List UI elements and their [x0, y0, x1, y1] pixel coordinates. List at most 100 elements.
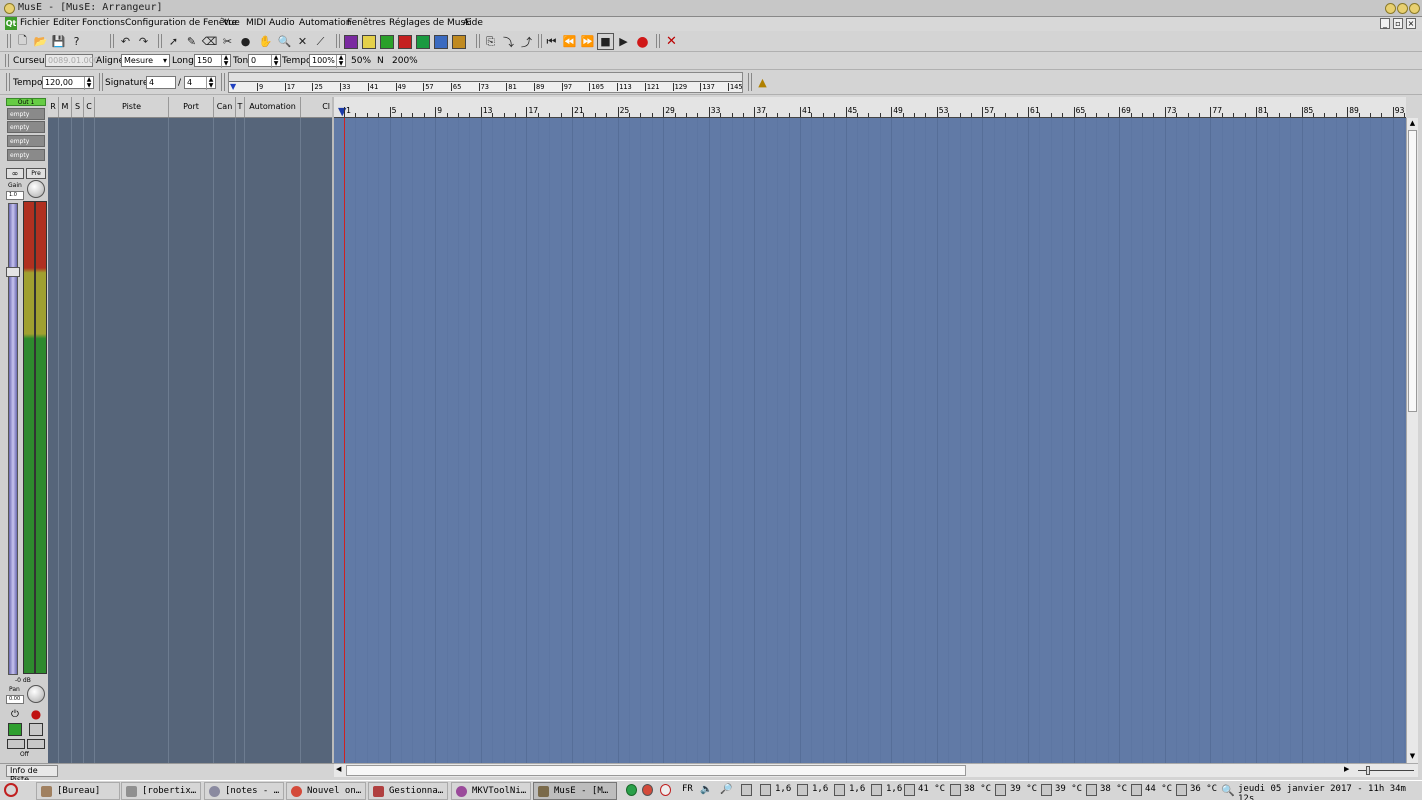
toolbar-handle[interactable] — [99, 73, 103, 91]
menu-fichier[interactable]: Fichier — [20, 18, 49, 28]
toolbar-handle[interactable] — [6, 73, 10, 91]
menu-audio[interactable]: Audio — [269, 18, 295, 28]
pre-button[interactable]: Pre — [26, 168, 46, 179]
pan-knob[interactable] — [27, 685, 45, 703]
mute-tool-icon[interactable]: ✕ — [294, 33, 311, 50]
task-bureau[interactable]: [Bureau] — [36, 782, 120, 800]
tempo-200-button[interactable]: 200% — [392, 56, 418, 66]
draw-line-icon[interactable]: ⟋ — [312, 33, 329, 50]
tempo-50-button[interactable]: 50% — [351, 56, 371, 66]
vertical-scrollbar[interactable]: ▲ ▼ — [1406, 118, 1418, 763]
toolbar-handle[interactable] — [748, 73, 752, 91]
tempo-overview-ruler[interactable]: ▼ 9 17 25 33 41 49 57 65 73 81 89 97 105 113 121 129 137… — [228, 72, 743, 93]
mixer-icon[interactable] — [344, 35, 358, 49]
mute-icon[interactable] — [8, 723, 22, 736]
scroll-up-icon[interactable]: ▲ — [1408, 119, 1417, 129]
scroll-left-icon[interactable]: ◀ — [336, 765, 345, 776]
effect-slot[interactable]: empty — [7, 108, 45, 120]
stop-icon[interactable]: ■ — [597, 33, 614, 50]
menu-vue[interactable]: Vue — [223, 18, 240, 28]
redo-icon[interactable]: ↷ — [135, 33, 152, 50]
header-solo[interactable]: S — [72, 97, 84, 117]
menu-editer[interactable]: Editer — [53, 18, 80, 28]
punch-out-icon[interactable]: ⤴ — [518, 33, 535, 50]
tempo-spinbox[interactable]: 120,00 ▲ ▼ — [42, 76, 94, 90]
punch-in-icon[interactable]: ⤵ — [500, 33, 517, 50]
pianoroll-icon[interactable] — [398, 35, 412, 49]
menu-aide[interactable]: Aide — [463, 18, 483, 28]
menu-midi[interactable]: MIDI — [246, 18, 266, 28]
bar-ruler[interactable]: ▼ 1 5 9 13 17 21 25 29 33 37 41 45 49 53 57 61 65 69 73 77 8… — [334, 97, 1406, 118]
signature-numerator[interactable]: 4 — [146, 76, 176, 89]
scroll-down-icon[interactable]: ▼ — [1408, 752, 1417, 762]
fast-forward-icon[interactable]: ⏩ — [579, 33, 596, 50]
rewind-start-icon[interactable]: ⏮ — [543, 33, 560, 50]
toolbar-handle[interactable] — [5, 54, 9, 67]
spin-arrows-icon[interactable]: ▲ ▼ — [206, 77, 215, 90]
magnifier-icon[interactable]: 🔎 — [720, 784, 732, 796]
task-chrome[interactable]: Nouvel on… — [286, 782, 366, 800]
task-gestionnaire[interactable]: Gestionna… — [368, 782, 448, 800]
signature-denominator[interactable]: 4 ▲ ▼ — [184, 76, 216, 90]
toolbar-handle[interactable] — [110, 34, 114, 48]
rewind-icon[interactable]: ⏪ — [561, 33, 578, 50]
scroll-right-icon[interactable]: ▶ — [1344, 765, 1353, 776]
power-icon[interactable]: ⏻ — [8, 708, 22, 721]
align-select[interactable]: Mesure ▾ — [121, 54, 170, 67]
menu-reglages[interactable]: Réglages de MusE — [389, 18, 471, 28]
arranger-canvas[interactable] — [334, 118, 1406, 763]
toolbar-handle[interactable] — [656, 34, 660, 48]
drum-editor-icon[interactable] — [380, 35, 394, 49]
effect-slot[interactable]: empty — [7, 121, 45, 133]
network-icon[interactable] — [626, 784, 637, 796]
task-muse[interactable]: MusE - [M… — [533, 782, 617, 800]
open-file-icon[interactable]: 📂 — [32, 33, 49, 50]
header-automation[interactable]: Automation — [245, 97, 301, 117]
menu-fonctions[interactable]: Fonctions — [82, 18, 125, 28]
toolbar-handle[interactable] — [538, 34, 542, 48]
minimize-icon[interactable] — [1385, 3, 1396, 14]
save-icon[interactable]: 💾 — [50, 33, 67, 50]
zoom-slider-handle[interactable] — [1366, 766, 1370, 775]
mdi-restore-button[interactable]: ▫ — [1393, 18, 1403, 29]
header-t[interactable]: T — [236, 97, 245, 117]
maximize-icon[interactable] — [1397, 3, 1408, 14]
tempo-normal-button[interactable]: N — [377, 56, 384, 66]
header-class[interactable]: C — [84, 97, 95, 117]
effect-slot[interactable]: empty — [7, 149, 45, 161]
mdi-minimize-button[interactable]: _ — [1380, 18, 1390, 29]
record-icon[interactable]: ● — [634, 33, 651, 50]
stereo-icon[interactable]: ∞ — [6, 168, 24, 179]
spin-arrows-icon[interactable]: ▲ ▼ — [84, 77, 93, 90]
effect-slot[interactable]: empty — [7, 135, 45, 147]
toolbar-handle[interactable] — [158, 34, 162, 48]
keyboard-layout[interactable]: FR — [682, 784, 693, 794]
automation-mode-label[interactable]: Off — [20, 751, 29, 758]
score-editor-icon[interactable] — [434, 35, 448, 49]
spin-arrows-icon[interactable]: ▲ ▼ — [336, 55, 345, 68]
header-channel[interactable]: Can — [214, 97, 236, 117]
toolbar-handle[interactable] — [7, 34, 11, 48]
gain-value[interactable]: 1.0 — [6, 191, 24, 200]
track-info-button[interactable]: Info de Piste — [6, 765, 58, 784]
toolbar-handle[interactable] — [476, 34, 480, 48]
mdi-close-button[interactable]: × — [1406, 18, 1416, 29]
header-clef[interactable]: Cl — [301, 97, 332, 117]
new-file-icon[interactable]: 🗋 — [14, 33, 31, 50]
menu-fenetres[interactable]: Fenêtres — [347, 18, 386, 28]
pointer-icon[interactable]: ➚ — [165, 33, 182, 50]
scissors-icon[interactable]: ✂ — [219, 33, 236, 50]
task-mkvtoolnix[interactable]: MKVToolNi… — [451, 782, 531, 800]
close-icon[interactable] — [1409, 3, 1420, 14]
metronome-icon[interactable]: ▲ — [754, 74, 771, 91]
long-spinbox[interactable]: 150 ▲ ▼ — [194, 54, 231, 68]
zoom-icon[interactable]: 🔍 — [276, 33, 293, 50]
master-editor-icon[interactable] — [452, 35, 466, 49]
menu-configuration[interactable]: Configuration de Fenêtre — [125, 18, 237, 28]
volume-icon[interactable]: 🔈 — [700, 784, 712, 796]
vertical-scroll-thumb[interactable] — [1408, 130, 1417, 412]
ton-spinbox[interactable]: 0 ▲ ▼ — [248, 54, 281, 68]
printer-icon[interactable] — [741, 784, 752, 796]
start-menu-icon[interactable] — [4, 783, 18, 797]
output-route-icon[interactable] — [27, 739, 45, 749]
